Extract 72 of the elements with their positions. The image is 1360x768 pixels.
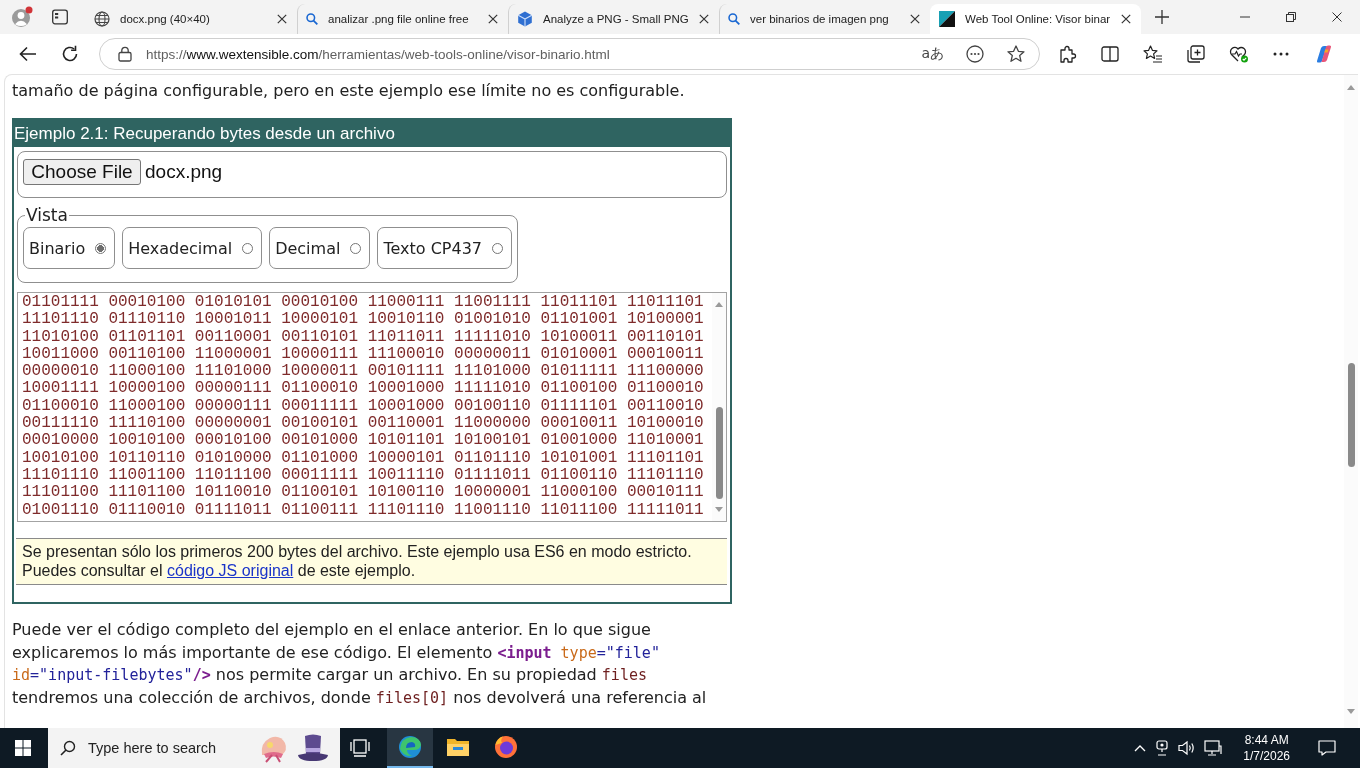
example-title: Ejemplo 2.1: Recuperando bytes desde un archivo [14,120,730,147]
source-code-link[interactable]: código JS original [167,562,294,579]
view-option[interactable]: Binario [23,227,116,269]
language-button[interactable]: aあ [921,45,944,63]
more-icon[interactable] [1273,52,1289,56]
file-name-text: docx.png [145,160,223,184]
browser-tab[interactable]: docx.png (40×40) [86,4,297,34]
radio-button[interactable] [350,242,362,254]
paragraph-text: Puede ver el código completo del ejemplo en el enlace anterior. En lo que sigue explicaremos lo más importante de ese código. El elemento <input type="file" id="input-filebytes"/> nos permite cargar un archivo. En su propiedad files tendremos una colección de archivos, donde files[0] nos devolverá una referencia al [12,619,708,710]
split-screen-icon[interactable] [1101,46,1119,62]
reload-icon[interactable] [61,45,79,63]
browser-tab[interactable]: Web Tool Online: Visor binar [930,4,1141,34]
puzzle-icon[interactable] [1059,45,1077,63]
view-option[interactable]: Decimal [269,227,371,269]
dots-circle-icon[interactable] [966,45,984,63]
arrow-down-icon[interactable] [715,507,723,512]
arrow-down-icon[interactable] [1347,709,1355,714]
search-icon [60,740,76,756]
view-option[interactable]: Texto CP437 [377,227,512,269]
restore-icon[interactable] [1286,12,1296,22]
close-icon[interactable] [1332,12,1342,22]
search-input[interactable]: Type here to search [80,740,254,756]
camera-icon[interactable] [1154,740,1171,756]
search-icon [306,13,318,25]
flame-globe-icon [494,735,518,759]
folder-icon [446,736,470,758]
clock-date[interactable]: 1/7/2026 [1243,748,1290,764]
radio-button[interactable] [242,242,254,254]
lock-icon [118,46,132,62]
note-text: Se presentan sólo los primeros 200 bytes del archivo. Este ejemplo usa ES6 en modo estricto. Puedes consultar el código JS original de este ejemplo. [22,542,693,580]
view-option[interactable]: Hexadecimal [122,227,263,269]
new-tab-icon[interactable] [1155,10,1169,24]
radio-button[interactable] [492,242,503,254]
search-icon [728,13,740,25]
network-icon[interactable] [1204,740,1223,756]
triangle-logo-icon [939,11,955,27]
globe-icon [94,11,110,27]
avatar-icon[interactable] [11,6,33,28]
address-field[interactable]: https://www.wextensible.com/herramientas/web-tools-online/visor-binario.html aあ [99,38,1040,70]
top-hat-icon [296,733,330,763]
scroll-thumb[interactable] [715,407,723,499]
radio-button[interactable] [95,242,107,254]
paragraph-text: tamaño de página configurable, pero en este ejemplo ese límite no es configurable. [12,80,686,102]
scrollbar[interactable] [712,293,726,521]
close-icon[interactable] [699,14,709,24]
arrow-up-icon[interactable] [1347,85,1355,90]
clock-time[interactable]: 8:44 AM [1244,732,1289,748]
close-icon[interactable] [1121,14,1131,24]
vertical-tabs-icon[interactable] [52,9,68,25]
search-box[interactable]: Type here to search [48,728,340,768]
close-icon[interactable] [277,14,287,24]
collections-icon[interactable] [1187,45,1205,63]
notification-icon[interactable] [1318,740,1336,756]
star-icon[interactable] [1007,45,1025,63]
arrow-up-icon[interactable] [715,302,723,307]
heart-pulse-icon[interactable] [1229,45,1249,63]
binary-output-field[interactable]: 01101111 00010100 01010101 00010100 11000111 11001111 11011101 11011101 11101110 01110110 10001011 10000101 10010110 01001010 01101001 10100001 11010100 01101101 00110001 00110101 11011011 11111010 10100011 00110101 10011000 00110100 11000001 10000111 11100010 00000011 01010001 00010011 00000010 11000100 11101000 10000011 00101111 11101000 01011111 11100000 10001111 10000100 00000111 01100010 10001000 11111010 01100100 01100010 01100010 11000100 00000111 00011111 10001000 00100110 01111101 00110010 00111110 11110100 00000001 00100101 00110001 11000000 00010011 10100010 00010000 10010100 00010100 00101000 10101101 10100101 01001000 11010001 10010100 10110110 01010000 01101000 10000101 01101110 10101001 11101101 11101110 11001100 11011100 00011111 10011110 01111011 01100110 11101110 11101100 11101100 10110010 01100101 10100110 10000001 11000100 00010111 01001110 01110010 01111011 01100111 11101110 11001110 11011100 11111011 [17,292,727,522]
choose-file-button[interactable]: Choose File [23,159,141,185]
chevron-up-icon[interactable] [1134,744,1147,752]
windows-logo-icon[interactable] [15,740,31,756]
back-icon[interactable] [19,46,37,62]
swirl-icon [398,735,422,759]
cube-icon [517,11,533,27]
taskbar-app[interactable] [387,728,433,768]
task-view-icon[interactable] [350,739,370,757]
scroll-thumb[interactable] [1347,363,1355,467]
view-legend: Vista [25,206,69,224]
scrollbar[interactable] [1344,75,1358,728]
close-icon[interactable] [910,14,920,24]
favorites-icon[interactable] [1143,45,1163,63]
close-icon[interactable] [488,14,498,24]
speaker-icon[interactable] [1178,740,1197,756]
